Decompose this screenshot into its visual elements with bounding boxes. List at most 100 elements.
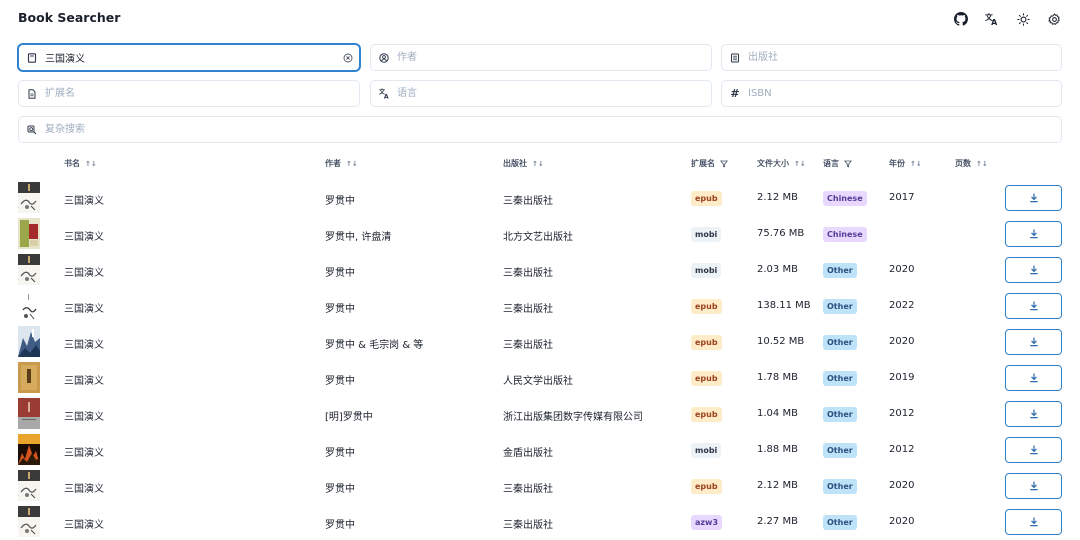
column-label: 扩展名	[691, 159, 715, 168]
column-header-publisher: 出版社 ↑↓	[503, 158, 544, 169]
year-cell: 2020	[889, 516, 915, 527]
complex-search-input[interactable]	[45, 117, 1061, 142]
download-button[interactable]	[1005, 329, 1062, 355]
column-label: 作者	[325, 159, 341, 168]
search-icon	[19, 125, 45, 135]
publisher-cell: 三秦出版社	[503, 268, 553, 279]
book-cover-image	[18, 290, 40, 321]
title-search-field[interactable]	[18, 44, 360, 71]
language-badge: Chinese	[823, 191, 867, 206]
language-search-input[interactable]	[397, 81, 711, 106]
user-circle-icon	[371, 52, 397, 63]
table-row: 三国演义 罗贯中 & 毛宗岗 & 等 三秦出版社 epub 10.52 MB Other 2…	[0, 326, 1080, 362]
title-search-input[interactable]	[45, 45, 337, 70]
download-button[interactable]	[1005, 185, 1062, 211]
download-icon	[1029, 515, 1039, 530]
download-icon	[1029, 227, 1039, 242]
translate-icon[interactable]: 文A	[984, 11, 1000, 27]
author-search-input[interactable]	[397, 45, 711, 70]
table-row: 三国演义 [明]罗贯中 浙江出版集团数字传媒有限公司 epub 1.04 MB Other…	[0, 398, 1080, 434]
publisher-cell: 三秦出版社	[503, 520, 553, 531]
filter-icon[interactable]	[720, 160, 728, 168]
sort-icon[interactable]: ↑↓	[976, 160, 988, 168]
table-row: 三国演义 罗贯中 三秦出版社 epub 2.12 MB Chinese 2017	[0, 182, 1080, 218]
author-search-field[interactable]	[370, 44, 712, 71]
author-cell: 罗贯中	[325, 448, 355, 459]
gear-icon[interactable]	[1046, 11, 1062, 27]
book-cover-image	[18, 218, 40, 249]
language-badge: Other	[823, 515, 857, 530]
book-title-cell: 三国演义	[64, 340, 104, 351]
filesize-cell: 2.12 MB	[757, 480, 798, 491]
book-icon	[19, 52, 45, 63]
column-label: 页数	[955, 159, 971, 168]
download-icon	[1029, 263, 1039, 278]
language-search-field[interactable]: 文A	[370, 80, 712, 107]
translate-icon: 文A	[371, 88, 397, 99]
clear-input-icon[interactable]	[337, 53, 359, 63]
table-header: 书名 ↑↓ 作者 ↑↓ 出版社 ↑↓ 扩展名 文件大小 ↑↓ 语言 年份 ↑↓ …	[0, 158, 1080, 174]
download-button[interactable]	[1005, 437, 1062, 463]
download-button[interactable]	[1005, 221, 1062, 247]
publisher-cell: 浙江出版集团数字传媒有限公司	[503, 412, 643, 423]
extension-search-input[interactable]	[45, 81, 359, 106]
publisher-search-input[interactable]	[748, 45, 1061, 70]
language-badge: Other	[823, 263, 857, 278]
author-cell: 罗贯中	[325, 268, 355, 279]
year-cell: 2022	[889, 300, 915, 311]
extension-search-field[interactable]	[18, 80, 360, 107]
book-title-cell: 三国演义	[64, 376, 104, 387]
extension-badge: epub	[691, 479, 722, 494]
publisher-cell: 三秦出版社	[503, 484, 553, 495]
isbn-search-input[interactable]	[748, 81, 1061, 106]
book-cover-image	[18, 398, 40, 429]
sort-icon[interactable]: ↑↓	[532, 160, 544, 168]
download-button[interactable]	[1005, 473, 1062, 499]
isbn-search-field[interactable]: #	[721, 80, 1062, 107]
publisher-cell: 北方文艺出版社	[503, 232, 573, 243]
book-cover-image	[18, 326, 40, 357]
download-icon	[1029, 191, 1039, 206]
sort-icon[interactable]: ↑↓	[346, 160, 358, 168]
book-cover-image	[18, 434, 40, 465]
publisher-search-field[interactable]	[721, 44, 1062, 71]
sort-icon[interactable]: ↑↓	[910, 160, 922, 168]
book-title-cell: 三国演义	[64, 412, 104, 423]
filesize-cell: 1.04 MB	[757, 408, 798, 419]
book-title-cell: 三国演义	[64, 196, 104, 207]
year-cell: 2020	[889, 480, 915, 491]
language-badge: Other	[823, 443, 857, 458]
download-button[interactable]	[1005, 365, 1062, 391]
extension-badge: mobi	[691, 443, 722, 458]
filesize-cell: 1.88 MB	[757, 444, 798, 455]
author-cell: [明]罗贯中	[325, 412, 373, 423]
language-badge: Other	[823, 335, 857, 350]
sun-icon[interactable]	[1015, 11, 1031, 27]
publisher-cell: 三秦出版社	[503, 340, 553, 351]
column-label: 年份	[889, 159, 905, 168]
sort-icon[interactable]: ↑↓	[85, 160, 97, 168]
extension-badge: mobi	[691, 227, 722, 242]
github-icon[interactable]	[953, 11, 969, 27]
column-header-title: 书名 ↑↓	[64, 158, 97, 169]
filesize-cell: 10.52 MB	[757, 336, 805, 347]
download-button[interactable]	[1005, 257, 1062, 283]
publisher-cell: 三秦出版社	[503, 196, 553, 207]
complex-search-field[interactable]	[18, 116, 1062, 143]
table-row: 三国演义 罗贯中, 许盘清 北方文艺出版社 mobi 75.76 MB Chinese	[0, 218, 1080, 254]
download-button[interactable]	[1005, 401, 1062, 427]
author-cell: 罗贯中	[325, 196, 355, 207]
building-icon	[722, 53, 748, 63]
download-icon	[1029, 407, 1039, 422]
download-button[interactable]	[1005, 509, 1062, 535]
table-row: 三国演义 罗贯中 人民文学出版社 epub 1.78 MB Other 2019	[0, 362, 1080, 398]
sort-icon[interactable]: ↑↓	[794, 160, 806, 168]
download-button[interactable]	[1005, 293, 1062, 319]
app-header: Book Searcher 文A	[18, 10, 1062, 30]
filter-icon[interactable]	[844, 160, 852, 168]
book-title-cell: 三国演义	[64, 304, 104, 315]
year-cell: 2012	[889, 444, 915, 455]
author-cell: 罗贯中	[325, 376, 355, 387]
year-cell: 2017	[889, 192, 915, 203]
download-icon	[1029, 479, 1039, 494]
